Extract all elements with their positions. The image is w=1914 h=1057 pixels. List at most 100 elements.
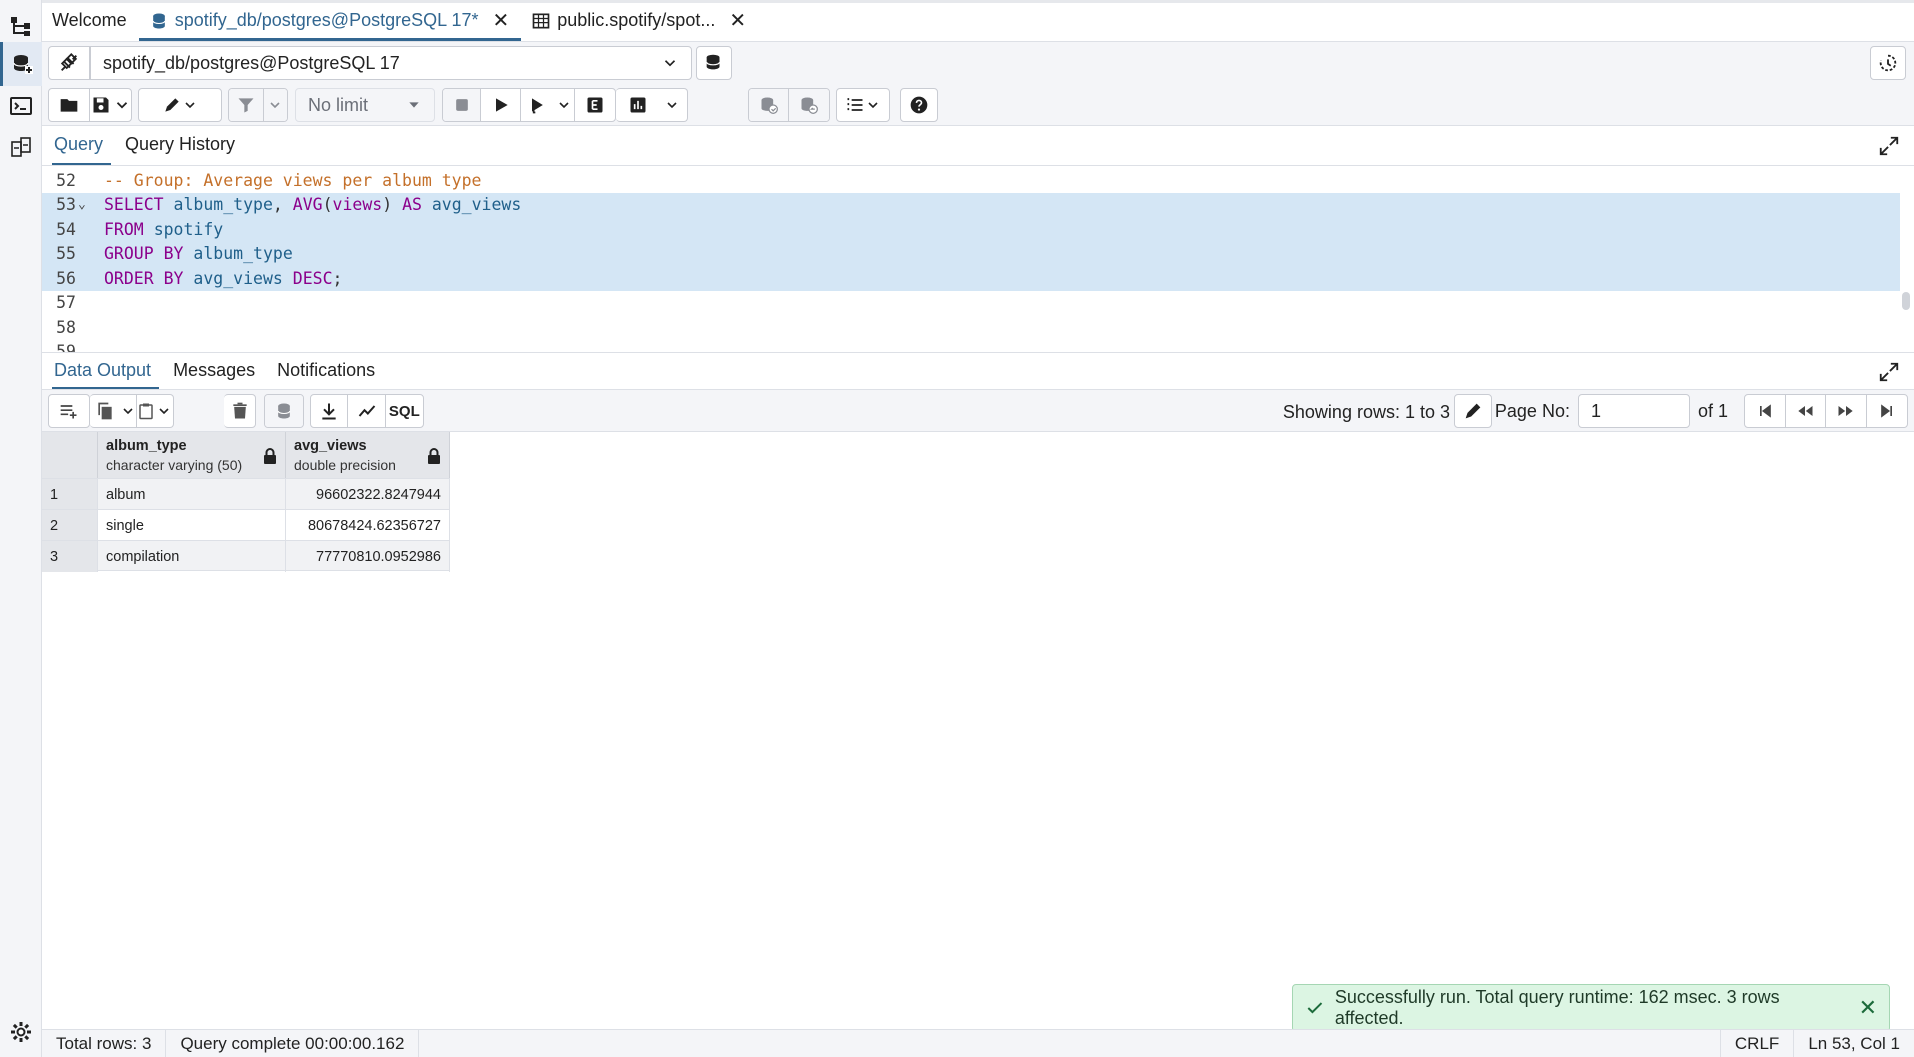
copy-options-dropdown[interactable] [120,395,138,427]
lock-icon [264,448,276,464]
connection-status-button[interactable] [48,46,90,80]
tab-query[interactable]: Query [52,126,112,165]
editor-tab-bar: Welcome spotify_db/postgres@PostgreSQL 1… [42,0,1914,42]
connection-select[interactable]: spotify_db/postgres@PostgreSQL 17 [90,46,692,80]
tab-table-view[interactable]: public.spotify/spot... ✕ [521,3,758,41]
schema-diff-icon[interactable] [0,126,42,170]
sql-view-button[interactable]: SQL [386,395,423,427]
graph-visualiser-button[interactable] [348,395,386,427]
total-rows: Total rows: 3 [42,1030,167,1057]
paste-options-dropdown[interactable] [155,395,173,427]
rollback-button[interactable] [789,89,829,121]
tab-query-history[interactable]: Query History [123,126,243,165]
fold-chevron-icon[interactable]: ⌄ [78,197,92,212]
paste-button[interactable] [137,395,155,427]
line-number: 59 [56,342,76,352]
line-number: 58 [56,317,76,337]
stop-button[interactable] [443,89,481,121]
trash-icon [232,402,247,419]
filter-dropdown[interactable] [263,89,287,121]
cell-avg-views[interactable]: 77770810.0952986 [286,541,450,572]
last-page-button[interactable] [1867,395,1907,427]
previous-page-button[interactable] [1786,395,1826,427]
next-page-button[interactable] [1826,395,1867,427]
first-page-button[interactable] [1745,395,1786,427]
table-row[interactable]: 3 compilation 77770810.0952986 [42,540,450,572]
cell-avg-views[interactable]: 96602322.8247944 [286,479,450,510]
edit-menu-button[interactable] [139,89,221,121]
first-page-icon [1759,404,1771,418]
macros-button[interactable] [1870,46,1906,80]
cell-album-type[interactable]: album [98,479,286,510]
tab-welcome[interactable]: Welcome [42,3,139,41]
row-limit-select[interactable]: No limit [295,88,435,122]
maximize-icon[interactable] [1878,361,1900,383]
commit-icon [761,97,778,114]
macros-menu-button[interactable] [837,89,889,121]
execute-options-dropdown[interactable] [553,89,575,121]
edit-group [138,88,222,122]
execute-button[interactable] [481,89,521,121]
folder-icon [60,99,78,112]
new-connection-button[interactable] [696,46,732,80]
line-number: 57 [56,293,76,313]
filter-icon [238,98,254,113]
add-row-button[interactable] [49,395,89,427]
editor-line: 59 [42,340,1900,352]
row-number: 2 [42,510,98,541]
psql-terminal-icon[interactable] [0,84,42,128]
column-header-avg-views[interactable]: avg_views double precision [286,432,450,478]
table-row[interactable]: 2 single 80678424.62356727 [42,509,450,541]
rows-info: Showing rows: 1 to 3 [1282,402,1450,422]
editor-scrollbar[interactable] [1902,292,1910,310]
save-file-button[interactable] [90,89,113,121]
close-tab-icon[interactable]: ✕ [729,8,746,33]
chevron-down-icon [664,60,676,67]
open-file-button[interactable] [49,89,90,121]
cell-album-type[interactable]: single [98,510,286,541]
maximize-icon[interactable] [1878,135,1900,157]
play-icon [495,98,508,112]
column-header-album-type[interactable]: album_type character varying (50) [98,432,286,478]
save-options-dropdown[interactable] [113,89,131,121]
download-button[interactable] [311,395,349,427]
execute-script-button[interactable] [521,89,553,121]
query-toolbar: No limit [42,84,1914,126]
bar-chart-icon [630,97,646,113]
save-data-button[interactable] [265,395,303,427]
query-tool-icon[interactable] [0,42,42,86]
filter-button[interactable] [229,89,264,121]
explain-options-dropdown[interactable] [660,89,684,121]
commit-button[interactable] [749,89,790,121]
tab-data-output[interactable]: Data Output [52,353,160,389]
line-chart-icon [358,405,375,417]
tab-notifications-label: Notifications [277,359,376,380]
page-number-input[interactable]: 1 [1577,394,1690,428]
close-toast-icon[interactable]: ✕ [1859,995,1877,1021]
cell-avg-views[interactable]: 80678424.62356727 [286,510,450,541]
copy-button[interactable] [90,395,120,427]
edit-rows-button[interactable] [1454,394,1492,428]
code-order-line: ORDER BY avg_views DESC; [104,268,343,288]
help-button[interactable] [901,89,937,121]
table-row[interactable]: 1 album 96602322.8247944 [42,478,450,510]
tab-messages[interactable]: Messages [171,353,263,389]
sql-editor[interactable]: 52 -- Group: Average views per album typ… [42,166,1914,352]
line-number: 54 [56,219,76,239]
chevron-down-icon [667,102,677,109]
chevron-down-icon [558,102,569,109]
tab-welcome-label: Welcome [52,10,127,30]
delete-row-button[interactable] [224,395,255,427]
chevron-down-icon [123,408,133,415]
caret-down-icon [409,102,419,108]
explain-button[interactable] [575,89,615,121]
cell-album-type[interactable]: compilation [98,541,286,572]
explain-analyze-button[interactable] [616,89,660,121]
tab-notifications[interactable]: Notifications [275,353,383,389]
table-icon [532,13,550,28]
tab-query-tool[interactable]: spotify_db/postgres@PostgreSQL 17* ✕ [138,3,522,41]
code-group-line: GROUP BY album_type [104,244,293,264]
settings-gear-icon[interactable] [0,1010,42,1054]
close-tab-icon[interactable]: ✕ [492,8,509,33]
row-number-header[interactable] [42,432,98,478]
